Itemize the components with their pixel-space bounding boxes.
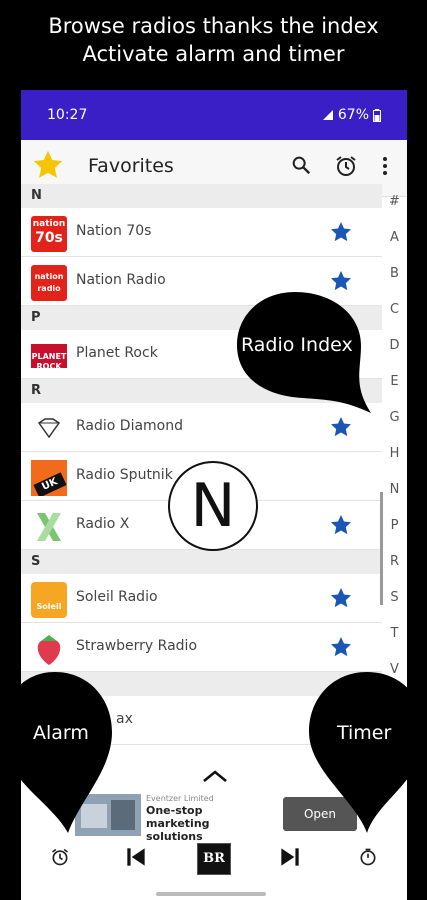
ad-advertiser: Eventzer Limited bbox=[146, 794, 214, 803]
list-item[interactable]: Strawberry Radio bbox=[21, 623, 382, 672]
status-time: 10:27 bbox=[47, 107, 88, 123]
list-item[interactable]: Soleil Soleil Radio bbox=[21, 574, 382, 623]
signal-icon bbox=[322, 110, 333, 120]
station-logo-strawberry-radio bbox=[37, 635, 61, 665]
scrollbar[interactable] bbox=[380, 492, 383, 605]
station-logo-radio-sputnik: UK bbox=[31, 460, 67, 496]
timer-callout-text: Timer bbox=[337, 722, 392, 744]
alarm-icon[interactable] bbox=[50, 847, 70, 867]
alphabet-index[interactable]: # A B C D E G H N P R S T V bbox=[382, 184, 407, 688]
station-logo-soleil-radio: Soleil bbox=[31, 582, 67, 618]
station-logo-radio-diamond bbox=[37, 418, 61, 439]
alarm-callout-text: Alarm bbox=[33, 722, 89, 744]
gesture-bar bbox=[156, 892, 266, 896]
station-logo-nation-70s: nation 70s bbox=[31, 216, 67, 252]
station-name-partial: ax bbox=[116, 711, 133, 727]
more-vert-icon[interactable] bbox=[376, 154, 394, 178]
station-name: Strawberry Radio bbox=[76, 638, 198, 654]
star-icon[interactable] bbox=[31, 148, 65, 182]
favorite-star-icon[interactable] bbox=[329, 586, 353, 610]
index-letter[interactable]: S bbox=[382, 580, 407, 616]
station-name: Nation 70s bbox=[76, 223, 152, 239]
battery-percent: 67% bbox=[337, 107, 369, 123]
station-name: Radio Sputnik bbox=[76, 467, 173, 483]
index-letter[interactable]: B bbox=[382, 256, 407, 292]
section-header-n: N bbox=[21, 184, 382, 208]
index-letter[interactable]: G bbox=[382, 400, 407, 436]
section-header-s: S bbox=[21, 550, 382, 574]
ad-headline: One-stop marketing solutions bbox=[146, 804, 210, 843]
alarm-callout-bubble bbox=[2, 672, 112, 833]
alarm-icon[interactable] bbox=[334, 154, 358, 178]
index-letter[interactable]: D bbox=[382, 328, 407, 364]
chevron-up-icon[interactable] bbox=[201, 768, 229, 784]
index-letter[interactable]: H bbox=[382, 436, 407, 472]
index-letter[interactable]: P bbox=[382, 508, 407, 544]
index-letter[interactable]: T bbox=[382, 616, 407, 652]
favorite-star-icon[interactable] bbox=[329, 513, 353, 537]
timer-callout-bubble bbox=[309, 672, 425, 833]
caption-line-2: Activate alarm and timer bbox=[82, 42, 345, 66]
station-name: Soleil Radio bbox=[76, 589, 158, 605]
index-letter[interactable]: R bbox=[382, 544, 407, 580]
radio-index-callout-text: Radio Index bbox=[241, 334, 353, 356]
status-bar: 10:27 67% bbox=[21, 90, 407, 140]
skip-previous-icon[interactable] bbox=[123, 844, 149, 870]
station-name: Planet Rock bbox=[76, 345, 158, 361]
favorite-star-icon[interactable] bbox=[329, 415, 353, 439]
index-letter[interactable]: N bbox=[382, 472, 407, 508]
search-icon[interactable] bbox=[290, 154, 312, 176]
index-letter[interactable]: # bbox=[382, 184, 407, 220]
index-letter-preview: N bbox=[168, 461, 258, 551]
favorite-star-icon[interactable] bbox=[329, 635, 353, 659]
skip-next-icon[interactable] bbox=[277, 844, 303, 870]
station-logo-radio-x bbox=[37, 513, 61, 541]
list-item[interactable]: nation 70s Nation 70s bbox=[21, 208, 382, 257]
station-name: Radio X bbox=[76, 516, 130, 532]
station-name: Radio Diamond bbox=[76, 418, 184, 434]
battery-icon bbox=[373, 108, 381, 122]
station-name: Nation Radio bbox=[76, 272, 166, 288]
index-letter[interactable]: A bbox=[382, 220, 407, 256]
index-letter[interactable]: E bbox=[382, 364, 407, 400]
caption-line-1: Browse radios thanks the index bbox=[48, 14, 379, 38]
timer-icon[interactable] bbox=[358, 847, 378, 867]
player-logo[interactable]: BR bbox=[197, 843, 231, 875]
index-letter[interactable]: C bbox=[382, 292, 407, 328]
station-logo-planet-rock: PLANET ROCK bbox=[31, 344, 67, 371]
station-logo-nation-radio: nation radio bbox=[31, 265, 67, 301]
favorite-star-icon[interactable] bbox=[329, 220, 353, 244]
page-title: Favorites bbox=[88, 155, 174, 177]
